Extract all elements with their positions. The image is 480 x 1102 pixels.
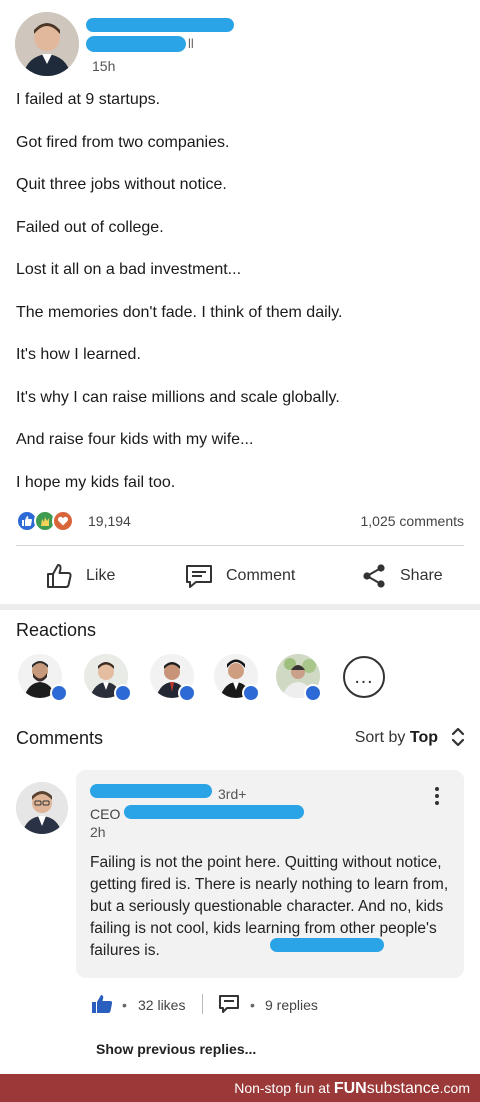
- redacted-author-name: [86, 18, 234, 32]
- author-name-suffix: ll: [188, 36, 194, 51]
- like-label: Like: [86, 567, 116, 584]
- watermark-text: Non-stop fun at FUNsubstance.com: [234, 1080, 470, 1098]
- like-badge-icon: [178, 684, 196, 702]
- sort-value: Top: [409, 729, 438, 746]
- reactor-avatar[interactable]: [214, 654, 268, 706]
- watermark-banner: Non-stop fun at FUNsubstance.com: [0, 1074, 480, 1102]
- reply-icon[interactable]: [218, 993, 240, 1020]
- comment-likes-count[interactable]: 32 likes: [138, 997, 185, 1013]
- thumbs-up-icon: [44, 561, 74, 591]
- chevron-up-down-icon[interactable]: [450, 726, 466, 753]
- reactor-avatar[interactable]: [84, 654, 138, 706]
- like-badge-icon: [50, 684, 68, 702]
- commenter-avatar[interactable]: [16, 782, 68, 834]
- comment-replies-count[interactable]: 9 replies: [265, 997, 318, 1013]
- like-button[interactable]: Like: [44, 560, 115, 592]
- author-avatar[interactable]: [15, 12, 79, 76]
- post-line: It's why I can raise millions and scale …: [16, 388, 340, 406]
- comment-count[interactable]: 1,025 comments: [361, 513, 465, 529]
- comment-timestamp: 2h: [90, 824, 106, 840]
- divider-vertical: [202, 994, 203, 1014]
- like-badge-icon: [114, 684, 132, 702]
- post-line: I hope my kids fail too.: [16, 473, 176, 491]
- more-reactions-button[interactable]: …: [343, 656, 385, 698]
- redacted-author-name: [86, 36, 186, 52]
- comment-like-button[interactable]: [90, 992, 114, 1021]
- reactor-avatar[interactable]: [150, 654, 204, 706]
- redacted-signature: [270, 938, 384, 952]
- reaction-summary[interactable]: [16, 510, 74, 532]
- reactor-avatar[interactable]: [276, 654, 330, 706]
- comment-label: Comment: [226, 567, 296, 584]
- more-options-icon[interactable]: [430, 786, 444, 811]
- watermark-tld: .com: [439, 1080, 470, 1096]
- share-button[interactable]: Share: [360, 560, 443, 592]
- show-previous-replies-link[interactable]: Show previous replies...: [96, 1041, 256, 1057]
- post-line: Lost it all on a bad investment...: [16, 261, 242, 278]
- reaction-count[interactable]: 19,194: [88, 513, 131, 529]
- post-line: And raise four kids with my wife...: [16, 431, 254, 448]
- comments-title: Comments: [16, 728, 104, 748]
- separator-dot: •: [122, 997, 127, 1013]
- like-badge-icon: [242, 684, 260, 702]
- redacted-commenter-name: [90, 784, 212, 798]
- watermark-brand: FUNsubstance: [333, 1080, 440, 1097]
- post-line: Failed out of college.: [16, 218, 164, 236]
- commenter-headline: CEO: [90, 806, 121, 822]
- post-line: Got fired from two companies.: [16, 133, 230, 151]
- separator-dot: •: [250, 997, 255, 1013]
- post-line: It's how I learned.: [16, 346, 141, 363]
- post-line: The memories don't fade. I think of them…: [16, 303, 343, 321]
- sort-dropdown[interactable]: Sort by Top: [355, 729, 438, 747]
- post-line: I failed at 9 startups.: [16, 91, 161, 108]
- like-badge-icon: [304, 684, 322, 702]
- post-timestamp: 15h: [92, 58, 116, 74]
- redacted-headline: [124, 805, 304, 819]
- comment-button[interactable]: Comment: [184, 560, 295, 592]
- post-body: I failed at 9 startups. Got fired from t…: [16, 90, 466, 515]
- section-separator: [0, 604, 480, 610]
- reactions-title: Reactions: [16, 620, 97, 640]
- sort-prefix: Sort by: [354, 729, 406, 746]
- reactor-avatar[interactable]: [18, 654, 72, 706]
- share-label: Share: [400, 567, 443, 584]
- love-icon: [52, 510, 74, 532]
- comment-icon: [184, 561, 214, 591]
- post-line: Quit three jobs without notice.: [16, 176, 227, 193]
- connection-degree: 3rd+: [218, 786, 247, 802]
- watermark-prefix: Non-stop fun at: [234, 1080, 330, 1096]
- share-icon: [360, 562, 388, 590]
- divider: [16, 545, 464, 546]
